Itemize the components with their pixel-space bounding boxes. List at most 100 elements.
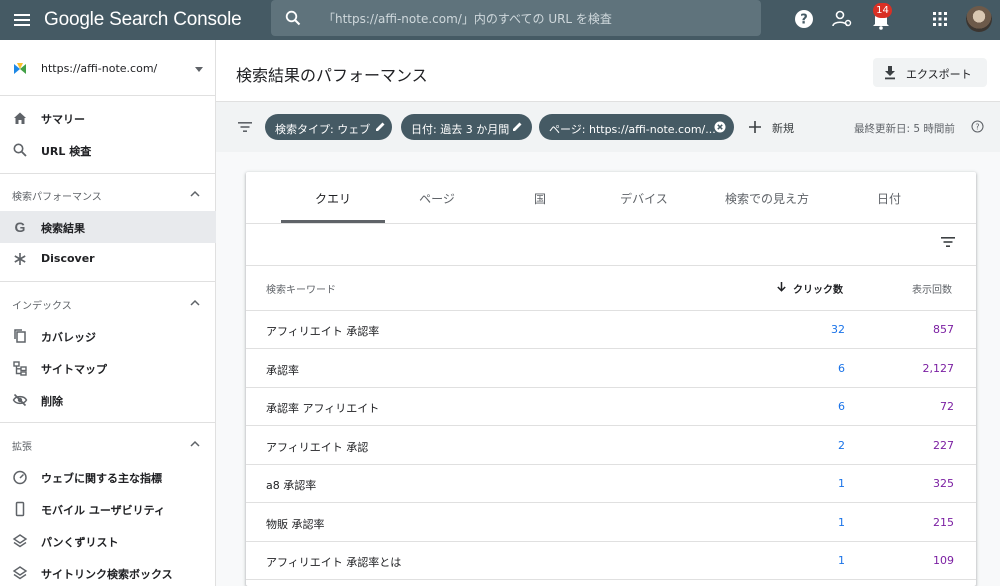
chip-label: 検索タイプ: ウェブ	[275, 123, 371, 136]
table-row[interactable]: a8 承認率 1 325	[246, 465, 976, 503]
sidebar-item-label: URL 検査	[41, 145, 92, 158]
plus-icon	[749, 121, 761, 133]
table-row[interactable]: 承認率 6 2,127	[246, 350, 976, 388]
sitemap-icon	[13, 361, 27, 376]
cell-impressions: 215	[933, 515, 954, 529]
section-search-performance[interactable]: 検索パフォーマンス	[0, 178, 216, 210]
sidebar-item-url-inspection[interactable]: URL 検査	[0, 134, 216, 166]
section-enhancements[interactable]: 拡張	[0, 428, 216, 460]
page-title: 検索結果のパフォーマンス	[236, 66, 428, 85]
filter-chip-date[interactable]: 日付: 過去 3 か月間	[401, 114, 532, 140]
filter-icon[interactable]	[237, 120, 253, 134]
section-index[interactable]: インデックス	[0, 287, 216, 319]
svg-text:?: ?	[975, 123, 979, 132]
table-row[interactable]: アフィリエイト 承認率とは 1 109	[246, 542, 976, 580]
filter-chip-search-type[interactable]: 検索タイプ: ウェブ	[265, 114, 392, 140]
tab-pages[interactable]: ページ	[386, 172, 488, 223]
tab-dates[interactable]: 日付	[838, 172, 940, 223]
gauge-icon	[13, 470, 27, 485]
tab-devices[interactable]: デバイス	[593, 172, 695, 223]
tab-queries[interactable]: クエリ	[281, 172, 385, 223]
tab-countries[interactable]: 国	[489, 172, 591, 223]
table-row[interactable]: 承認率 アフィリエイト 6 72	[246, 388, 976, 426]
column-header-impressions[interactable]: 表示回数	[912, 281, 952, 296]
manage-users-icon[interactable]	[831, 8, 853, 30]
cell-query: a8 承認率	[266, 479, 317, 492]
cell-clicks: 32	[831, 323, 845, 336]
table-row[interactable]: アフィリエイト 承認率 32 857	[246, 311, 976, 349]
section-title: 検索パフォーマンス	[12, 192, 102, 203]
cell-clicks: 2	[838, 438, 845, 452]
sidebar-item-summary[interactable]: サマリー	[0, 102, 216, 134]
sidebar-item-breadcrumbs[interactable]: パンくずリスト	[0, 525, 216, 557]
search-icon	[13, 143, 27, 157]
sidebar-item-label: 削除	[41, 395, 63, 408]
sidebar-item-sitemaps[interactable]: サイトマップ	[0, 352, 216, 384]
tab-label: 検索での見え方	[724, 192, 809, 206]
property-selector[interactable]: https://affi-note.com/	[0, 40, 216, 96]
tab-search-appearance[interactable]: 検索での見え方	[696, 172, 838, 223]
sidebar-item-label: Discover	[41, 252, 95, 265]
edit-pencil-icon[interactable]	[375, 121, 386, 132]
apps-grid-icon[interactable]	[929, 8, 951, 30]
filter-chip-page[interactable]: ページ: https://affi-note.com/...	[539, 114, 734, 140]
column-header-clicks[interactable]: クリック数	[793, 281, 843, 296]
cell-query: アフィリエイト 承認率	[266, 325, 380, 338]
cell-query: アフィリエイト 承認率とは	[266, 556, 402, 569]
filter-rows-icon[interactable]	[940, 236, 956, 248]
site-favicon-icon	[14, 63, 26, 74]
sidebar-item-label: モバイル ユーザビリティ	[41, 504, 165, 517]
sidebar-item-label: サイトマップ	[41, 363, 107, 376]
sidebar-item-core-web-vitals[interactable]: ウェブに関する主な指標	[0, 461, 216, 493]
cell-clicks: 6	[838, 361, 845, 375]
table-row[interactable]: 物販 承認率 1 215	[246, 504, 976, 542]
cell-clicks: 1	[838, 515, 845, 529]
cell-query: 物販 承認率	[266, 517, 325, 531]
sidebar-item-removals[interactable]: 削除	[0, 384, 216, 416]
app-logo[interactable]: Google Search Console	[44, 9, 242, 31]
home-icon	[14, 112, 26, 124]
export-label: エクスポート	[906, 68, 972, 81]
chip-label: ページ: https://affi-note.com/...	[549, 123, 716, 136]
table-row[interactable]: アフィリエイト 承認 2 227	[246, 427, 976, 465]
cell-impressions: 109	[933, 554, 954, 567]
sidebar-item-discover[interactable]: Discover	[0, 243, 216, 275]
sidebar-item-mobile-usability[interactable]: モバイル ユーザビリティ	[0, 493, 216, 525]
url-inspect-search-box[interactable]: 「https://affi-note.com/」内のすべての URL を検査	[271, 0, 761, 36]
filter-bar: 検索タイプ: ウェブ 日付: 過去 3 か月間 ページ: https://aff…	[216, 102, 1000, 152]
cell-query: アフィリエイト 承認	[266, 440, 369, 454]
chip-label: 日付: 過去 3 か月間	[411, 123, 510, 136]
column-header-query[interactable]: 検索キーワード	[266, 281, 336, 296]
layers-icon	[12, 566, 28, 580]
eye-off-icon	[12, 393, 28, 407]
cell-query: 承認率 アフィリエイト	[266, 402, 380, 415]
sidebar-item-sitelinks-searchbox[interactable]: サイトリンク検索ボックス	[0, 557, 216, 586]
chevron-up-icon	[190, 299, 200, 306]
cell-impressions: 857	[933, 323, 954, 336]
edit-pencil-icon[interactable]	[512, 121, 523, 132]
sidebar-item-label: パンくずリスト	[41, 536, 119, 549]
add-filter-label: 新規	[772, 122, 794, 135]
close-circle-icon[interactable]	[714, 121, 726, 133]
dropdown-caret-icon	[195, 67, 203, 72]
tab-label: 日付	[876, 192, 901, 206]
sidebar-item-label: 検索結果	[41, 222, 85, 235]
menu-icon[interactable]	[10, 8, 34, 32]
asterisk-icon	[14, 253, 26, 265]
sidebar-item-search-results[interactable]: G 検索結果	[0, 211, 216, 243]
sort-down-arrow-icon[interactable]	[776, 281, 787, 292]
google-g-icon: G	[15, 219, 26, 235]
notification-count-badge[interactable]: 14	[873, 3, 892, 18]
export-button[interactable]: エクスポート	[873, 58, 987, 87]
phone-icon	[15, 501, 25, 517]
search-placeholder[interactable]: 「https://affi-note.com/」内のすべての URL を検査	[323, 10, 612, 27]
chevron-up-icon	[190, 440, 200, 447]
help-icon[interactable]: ?	[793, 8, 815, 30]
section-title: 拡張	[12, 442, 32, 453]
sidebar-divider	[0, 173, 216, 174]
svg-text:?: ?	[800, 13, 808, 28]
help-outline-icon[interactable]: ?	[971, 120, 984, 133]
sidebar-item-coverage[interactable]: カバレッジ	[0, 320, 216, 352]
account-avatar[interactable]	[966, 6, 992, 32]
cell-query: 承認率	[266, 363, 299, 377]
